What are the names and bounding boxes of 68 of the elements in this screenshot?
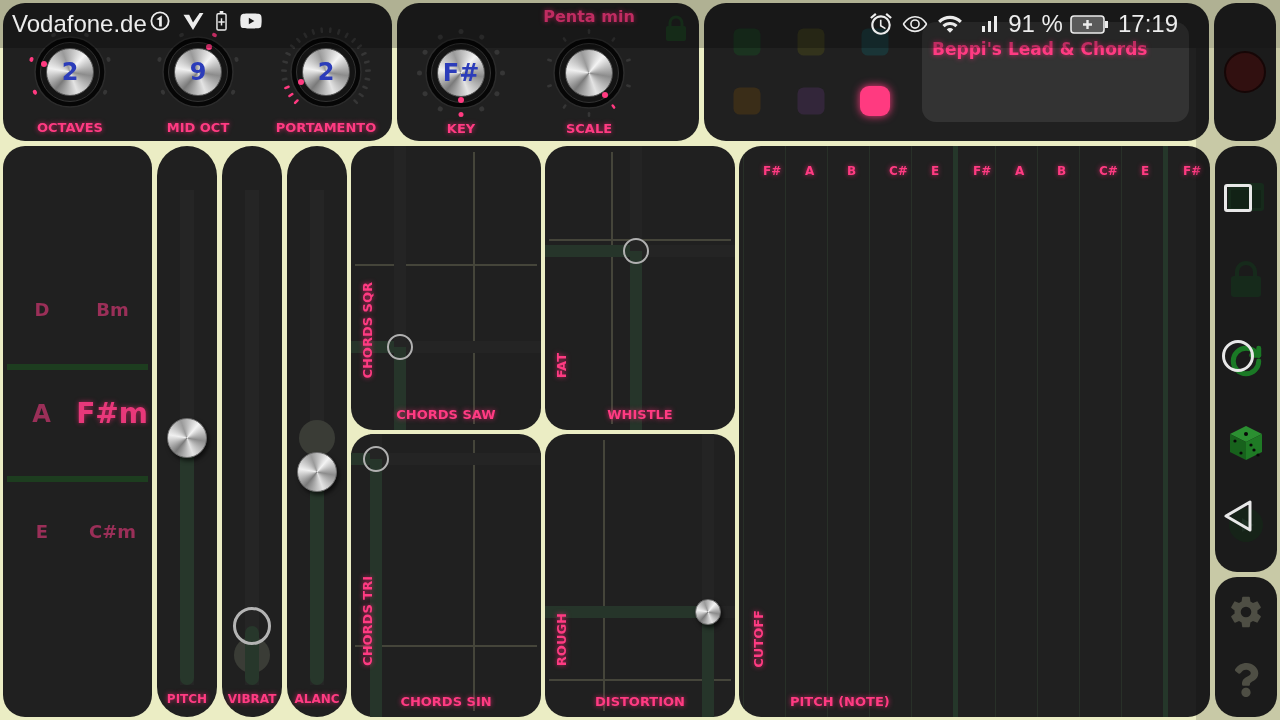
knob-label: KEY	[446, 121, 476, 137]
alarm-icon	[868, 11, 895, 37]
color-swatch-icon[interactable]	[733, 87, 761, 115]
knob-label: OCTAVES	[37, 120, 103, 136]
axis-label: CUTOFF	[751, 610, 766, 668]
xy-pad[interactable]: CHORDS SQR CHORDS SAW	[351, 146, 541, 430]
knob-indicator-icon	[205, 44, 212, 51]
axis-label: FAT	[554, 353, 569, 379]
slider-thumb[interactable]	[167, 417, 207, 458]
note-label: A	[805, 164, 815, 178]
pad-cursor[interactable]	[362, 446, 389, 472]
pad-cursor[interactable]	[387, 334, 414, 361]
note-label: E	[931, 164, 940, 178]
axis-label: PITCH (NOTE)	[790, 694, 890, 710]
scale-name: Penta min	[543, 9, 635, 25]
battery-icon	[215, 11, 227, 31]
chord-label[interactable]: F#m	[76, 397, 148, 431]
play-icon[interactable]	[1229, 508, 1263, 542]
slider-label: VIBRAT	[227, 692, 277, 706]
color-swatch-icon[interactable]	[861, 28, 889, 56]
knob-indicator-icon	[458, 97, 464, 103]
axis-label: CHORDS TRI	[360, 576, 375, 666]
battery-percent: 91 %	[1008, 10, 1063, 38]
recents-icon[interactable]	[1224, 184, 1252, 212]
note-label: A	[1015, 164, 1025, 178]
axis-label: CHORDS SQR	[360, 281, 375, 379]
note-label: B	[847, 164, 857, 178]
knob-indicator-icon	[297, 78, 304, 85]
knob-indicator-icon	[41, 60, 48, 67]
xy-pad[interactable]: ROUGH DISTORTION	[545, 433, 735, 717]
refresh-icon[interactable]	[1229, 344, 1263, 378]
slider-label: PITCH	[166, 692, 208, 706]
color-swatch-icon[interactable]	[797, 87, 825, 115]
knob-label: MID OCT	[166, 120, 230, 136]
knob-label: PORTAMENTO	[275, 120, 377, 136]
home-icon[interactable]	[1222, 340, 1254, 372]
slider-thumb[interactable]	[297, 452, 337, 493]
color-swatch-icon[interactable]	[860, 86, 890, 116]
xy-pad[interactable]: FAT WHISTLE	[545, 146, 735, 430]
note-label: B	[1057, 164, 1067, 178]
note-label: F#	[973, 164, 992, 178]
knob-label: SCALE	[565, 121, 613, 137]
axis-label: DISTORTION	[595, 694, 685, 710]
note-label: F#	[763, 164, 782, 178]
battery-icon	[1069, 14, 1108, 34]
keyboard-pad[interactable]: F# A B C# E F# A B C# E F# CUTOFF PITCH (NOTE)	[739, 146, 1210, 717]
pad-cursor[interactable]	[623, 237, 650, 264]
back-icon[interactable]	[1223, 500, 1253, 532]
slider-label: ALANC	[294, 692, 340, 706]
axis-label: WHISTLE	[607, 406, 673, 423]
dice-icon[interactable]	[1229, 425, 1263, 461]
color-swatch-icon[interactable]	[797, 28, 825, 56]
axis-label: CHORDS SIN	[400, 694, 492, 710]
note-label: C#	[1099, 164, 1118, 178]
slider-thumb[interactable]	[233, 606, 271, 645]
axis-label: ROUGH	[554, 612, 569, 666]
color-swatch-icon[interactable]	[733, 28, 761, 56]
knob-indicator-icon	[601, 91, 608, 98]
note-label: E	[1141, 164, 1150, 178]
check-mark-icon	[181, 12, 204, 31]
xy-pad[interactable]: CHORDS TRI CHORDS SIN	[351, 433, 541, 717]
note-label: F#	[1183, 164, 1202, 178]
note-label: C#	[889, 164, 908, 178]
axis-label: CHORDS SAW	[396, 406, 496, 423]
clock-time: 17:19	[1117, 10, 1178, 38]
round-logo-icon	[149, 11, 170, 31]
pad-cursor[interactable]	[695, 599, 722, 626]
carrier-name: Vodafone.de	[12, 10, 147, 38]
